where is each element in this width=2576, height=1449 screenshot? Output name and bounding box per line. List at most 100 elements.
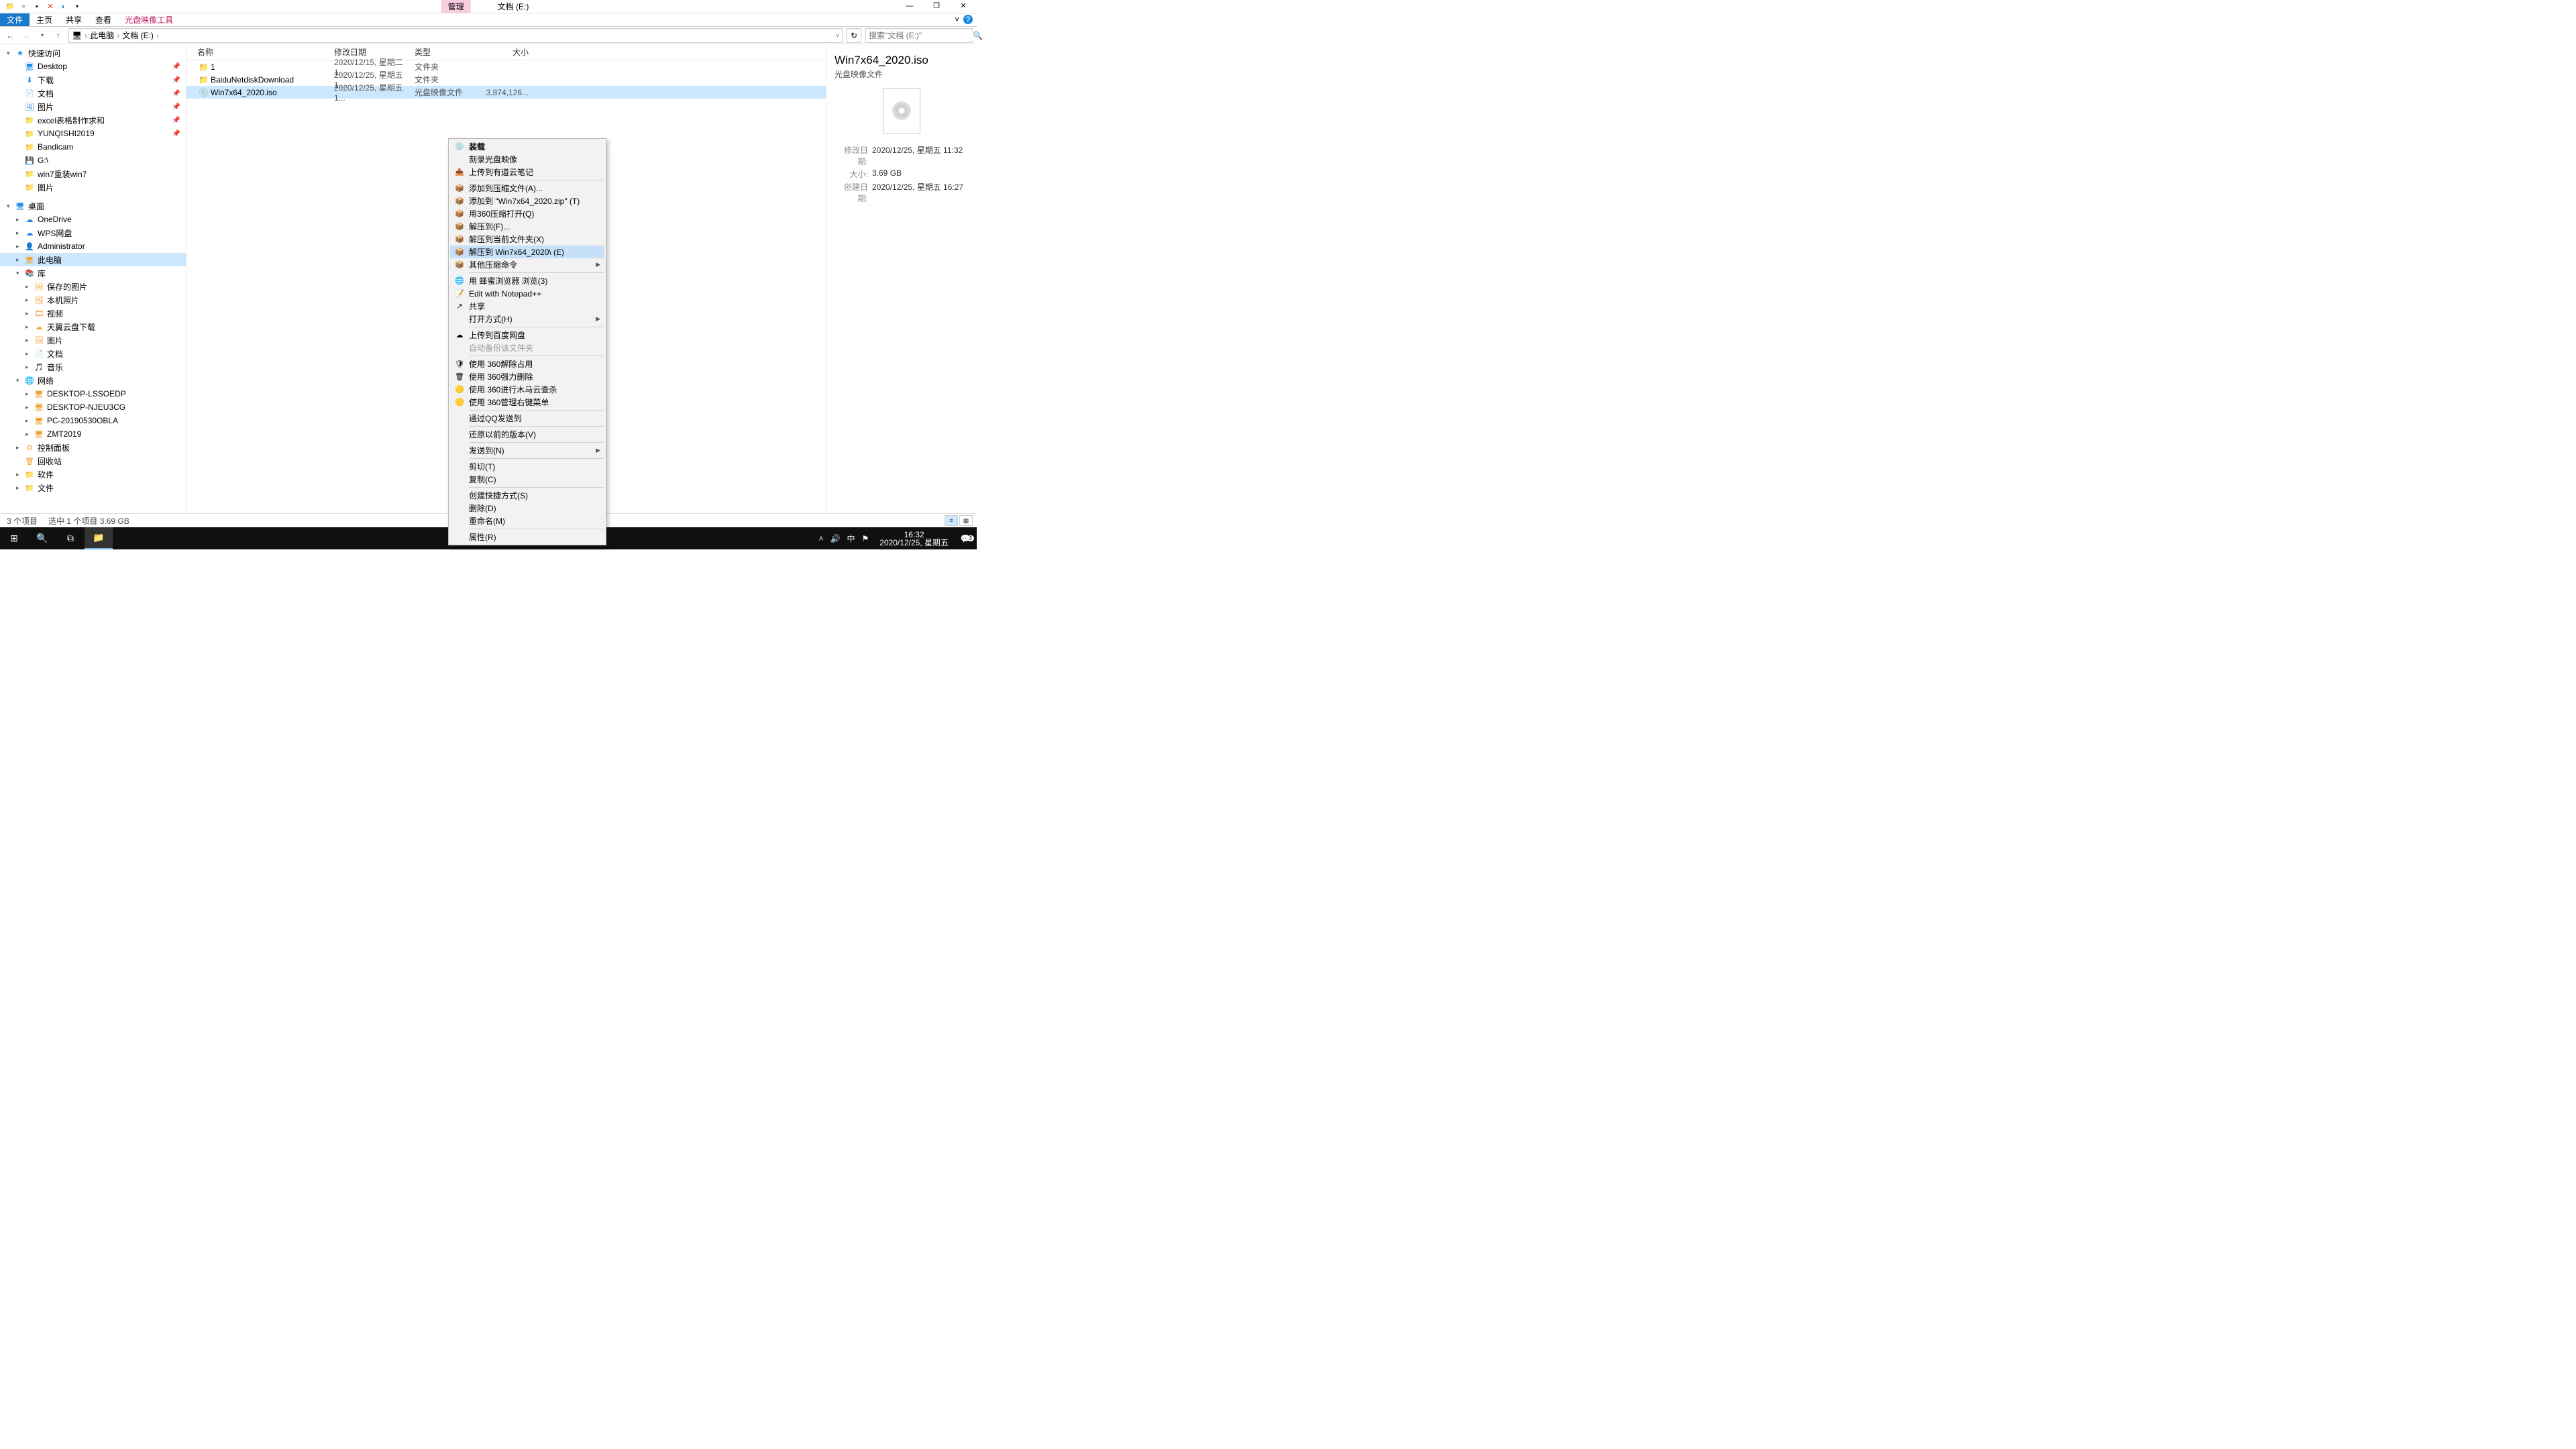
tree-item[interactable]: ▸🖼保存的图片 <box>0 280 186 293</box>
property-icon[interactable]: ◐ <box>59 2 68 11</box>
menu-item[interactable]: 🌐用 蜂蜜浏览器 浏览(3) <box>450 274 604 287</box>
menu-item[interactable]: ☁上传到百度网盘 <box>450 329 604 341</box>
expand-icon[interactable]: ▸ <box>16 444 24 451</box>
expand-icon[interactable]: ▾ <box>16 270 24 277</box>
expand-icon[interactable]: ▸ <box>25 283 34 290</box>
col-type[interactable]: 类型 <box>415 46 482 58</box>
explorer-taskbar-icon[interactable]: 📁 <box>85 527 113 549</box>
menu-item[interactable]: 💿装载 <box>450 140 604 153</box>
tree-item[interactable]: 📁Bandicam <box>0 140 186 154</box>
address-bar[interactable]: 🖥 › 此电脑 › 文档 (E:) › ˅ <box>68 28 843 43</box>
contextual-tab[interactable]: 管理 <box>441 0 471 13</box>
tree-item[interactable]: ▸☁天翼云盘下载 <box>0 320 186 333</box>
expand-icon[interactable]: ▸ <box>25 390 34 398</box>
tree-item[interactable]: 🖥Desktop📌 <box>0 60 186 73</box>
file-row[interactable]: 📁12020/12/15, 星期二 1...文件夹 <box>186 60 826 73</box>
tree-item[interactable]: 📁win7重装win7 <box>0 167 186 180</box>
maximize-button[interactable]: ❐ <box>923 0 950 13</box>
expand-icon[interactable]: ▸ <box>16 216 24 223</box>
menu-item[interactable]: 删除(D) <box>450 502 604 515</box>
chevron-right-icon[interactable]: › <box>117 31 119 40</box>
chevron-right-icon[interactable]: › <box>85 31 87 40</box>
volume-icon[interactable]: 🔊 <box>830 534 841 543</box>
crumb-current[interactable]: 文档 (E:) <box>122 30 154 41</box>
details-view-button[interactable]: ≡ <box>945 515 958 526</box>
menu-item[interactable]: 📦添加到压缩文件(A)... <box>450 182 604 195</box>
expand-icon[interactable]: ▾ <box>16 377 24 384</box>
tree-item[interactable]: 📁excel表格制作求和📌 <box>0 113 186 127</box>
tree-item[interactable]: ▸🎵音乐 <box>0 360 186 374</box>
tree-item[interactable]: ▾🌐网络 <box>0 374 186 387</box>
up-button[interactable]: ↑ <box>52 31 64 40</box>
tree-item[interactable]: ▸📄文档 <box>0 347 186 360</box>
tray-overflow-icon[interactable]: ˄ <box>819 534 824 543</box>
expand-icon[interactable]: ▸ <box>16 243 24 250</box>
forward-button[interactable]: → <box>20 31 32 40</box>
qat-dropdown-icon[interactable]: ▾ <box>72 2 82 11</box>
clock[interactable]: 16:32 2020/12/25, 星期五 <box>874 531 954 547</box>
qat-item[interactable]: ▫ <box>19 2 28 11</box>
expand-icon[interactable]: ▸ <box>25 310 34 317</box>
expand-icon[interactable]: ▸ <box>16 471 24 478</box>
tree-item[interactable]: 💾G:\ <box>0 154 186 167</box>
tree-item[interactable]: ▾🖥桌面 <box>0 199 186 213</box>
menu-item[interactable]: 通过QQ发送到 <box>450 412 604 425</box>
tab-share[interactable]: 共享 <box>59 13 89 26</box>
menu-item[interactable]: 刻录光盘映像 <box>450 153 604 166</box>
start-button[interactable]: ⊞ <box>0 527 28 549</box>
menu-item[interactable]: 📦解压到(F)... <box>450 220 604 233</box>
menu-item[interactable]: 重命名(M) <box>450 515 604 527</box>
tree-item[interactable]: ⬇下载📌 <box>0 73 186 87</box>
menu-item[interactable]: 复制(C) <box>450 473 604 486</box>
close-button[interactable]: ✕ <box>950 0 977 13</box>
icons-view-button[interactable]: ▦ <box>959 515 973 526</box>
search-box[interactable]: 🔍 <box>865 28 973 43</box>
file-list[interactable]: 名称 修改日期 类型 大小 📁12020/12/15, 星期二 1...文件夹📁… <box>186 44 826 513</box>
tree-item[interactable]: ▾★快速访问 <box>0 46 186 60</box>
tree-item[interactable]: ▸🖥PC-20190530OBLA <box>0 414 186 427</box>
expand-icon[interactable]: ▸ <box>25 323 34 331</box>
menu-item[interactable]: 🛡使用 360解除占用 <box>450 358 604 370</box>
menu-item[interactable]: 📦解压到当前文件夹(X) <box>450 233 604 246</box>
tree-item[interactable]: ▸🖼图片 <box>0 333 186 347</box>
expand-icon[interactable]: ▾ <box>7 50 15 57</box>
expand-icon[interactable]: ▸ <box>25 297 34 304</box>
tree-item[interactable]: ▸🖼本机照片 <box>0 293 186 307</box>
close-icon[interactable]: ✕ <box>46 2 55 11</box>
refresh-button[interactable]: ↻ <box>847 28 861 43</box>
menu-item[interactable]: 📦解压到 Win7x64_2020\ (E) <box>450 246 604 258</box>
menu-item[interactable]: 📦用360压缩打开(Q) <box>450 207 604 220</box>
col-size[interactable]: 大小 <box>482 46 535 58</box>
expand-icon[interactable]: ▸ <box>25 431 34 438</box>
ime-indicator[interactable]: 中 <box>847 533 855 544</box>
tree-item[interactable]: ▸🖥DESKTOP-NJEU3CG <box>0 400 186 414</box>
history-dropdown[interactable]: ▾ <box>36 32 48 38</box>
tree-item[interactable]: 📁YUNQISHI2019📌 <box>0 127 186 140</box>
crumb-root[interactable]: 此电脑 <box>90 30 114 41</box>
task-view-button[interactable]: ⧉ <box>56 527 85 549</box>
menu-item[interactable]: 属性(R) <box>450 531 604 543</box>
menu-item[interactable]: 🟡使用 360进行木马云查杀 <box>450 383 604 396</box>
tab-home[interactable]: 主页 <box>30 13 59 26</box>
menu-item[interactable]: 发送到(N)▶ <box>450 444 604 457</box>
tree-item[interactable]: ▸☁OneDrive <box>0 213 186 226</box>
menu-item[interactable]: 📝Edit with Notepad++ <box>450 287 604 300</box>
tree-item[interactable]: ▸👤Administrator <box>0 239 186 253</box>
tab-disc-tool[interactable]: 光盘映像工具 <box>118 13 180 26</box>
ribbon-collapse-icon[interactable]: ˅ <box>955 15 959 24</box>
tree-item[interactable]: ▸🖥此电脑 <box>0 253 186 266</box>
tree-item[interactable]: 📄文档📌 <box>0 87 186 100</box>
tree-item[interactable]: ▸🖥DESKTOP-LSSOEDP <box>0 387 186 400</box>
expand-icon[interactable]: ▸ <box>25 350 34 358</box>
file-row[interactable]: 💿Win7x64_2020.iso2020/12/25, 星期五 1...光盘映… <box>186 86 826 99</box>
help-icon[interactable]: ? <box>963 15 973 24</box>
tray-icon[interactable]: ⚑ <box>862 534 869 543</box>
tree-item[interactable]: 🗑回收站 <box>0 454 186 468</box>
search-input[interactable] <box>869 31 973 40</box>
menu-item[interactable]: ↗共享 <box>450 300 604 313</box>
expand-icon[interactable]: ▸ <box>16 484 24 492</box>
search-icon[interactable]: 🔍 <box>973 31 983 40</box>
chevron-right-icon[interactable]: › <box>156 31 159 40</box>
tree-item[interactable]: 🖼图片📌 <box>0 100 186 113</box>
expand-icon[interactable]: ▸ <box>25 364 34 371</box>
